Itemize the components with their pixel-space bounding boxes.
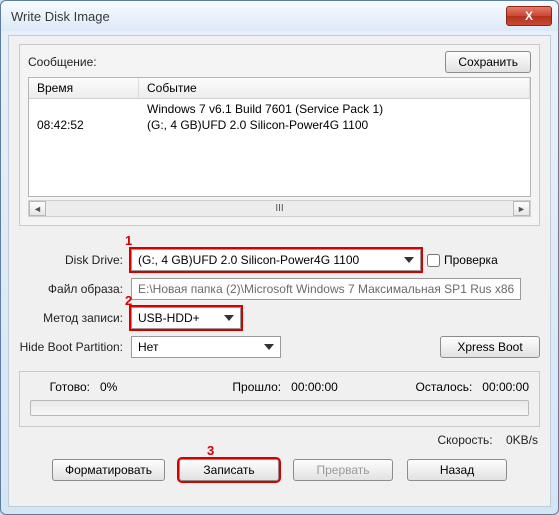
window-title: Write Disk Image [7, 9, 506, 24]
elapsed-value: 00:00:00 [291, 380, 351, 394]
scroll-track[interactable]: III [46, 203, 513, 214]
log-body: Windows 7 v6.1 Build 7601 (Service Pack … [29, 99, 530, 135]
write-button[interactable]: Записать [179, 459, 279, 481]
progress-panel: Готово: 0% Прошло: 00:00:00 Осталось: 00… [19, 371, 540, 427]
hide-partition-label: Hide Boot Partition: [19, 340, 131, 354]
scroll-left-icon[interactable]: ◄ [29, 201, 46, 216]
close-button[interactable]: X [506, 6, 552, 26]
footer-buttons: 3 Форматировать Записать Прервать Назад [19, 459, 540, 481]
hide-partition-row: Hide Boot Partition: Нет Xpress Boot [19, 336, 540, 358]
ready-label: Готово: [30, 380, 100, 394]
message-label: Сообщение: [28, 55, 445, 69]
image-file-field[interactable] [131, 278, 521, 300]
progress-stats-row: Готово: 0% Прошло: 00:00:00 Осталось: 00… [30, 380, 529, 394]
remaining-label: Осталось: [412, 380, 482, 394]
client-area: Сообщение: Сохранить Время Событие Windo… [8, 35, 551, 507]
col-event-header[interactable]: Событие [139, 78, 530, 98]
cell-event: Windows 7 v6.1 Build 7601 (Service Pack … [139, 101, 530, 117]
progress-bar [30, 400, 529, 416]
speed-label: Скорость: [437, 433, 492, 447]
disk-drive-label: Disk Drive: [19, 253, 131, 267]
horizontal-scrollbar[interactable]: ◄ III ► [28, 200, 531, 217]
log-header: Время Событие [29, 78, 530, 99]
form-area: 1 Disk Drive: (G:, 4 GB)UFD 2.0 Silicon-… [19, 242, 540, 365]
cell-time: 08:42:52 [29, 117, 139, 133]
annotation-3: 3 [207, 443, 214, 458]
verify-checkbox-wrap[interactable]: Проверка [427, 253, 498, 267]
scroll-right-icon[interactable]: ► [513, 201, 530, 216]
window: Write Disk Image X Сообщение: Сохранить … [0, 0, 559, 515]
log-table: Время Событие Windows 7 v6.1 Build 7601 … [28, 77, 531, 197]
image-file-label: Файл образа: [19, 282, 131, 296]
format-button[interactable]: Форматировать [52, 459, 165, 481]
speed-value: 0KB/s [506, 433, 538, 447]
abort-button[interactable]: Прервать [293, 459, 393, 481]
close-icon: X [525, 9, 533, 23]
verify-checkbox[interactable] [427, 254, 440, 267]
save-button[interactable]: Сохранить [445, 51, 531, 73]
ready-value: 0% [100, 380, 160, 394]
cell-event: (G:, 4 GB)UFD 2.0 Silicon-Power4G 1100 [139, 117, 530, 133]
annotation-1: 1 [125, 233, 132, 248]
disk-drive-row: 1 Disk Drive: (G:, 4 GB)UFD 2.0 Silicon-… [19, 249, 540, 271]
xpress-boot-button[interactable]: Xpress Boot [440, 336, 540, 358]
titlebar: Write Disk Image X [1, 1, 558, 31]
annotation-2: 2 [125, 293, 132, 308]
table-row[interactable]: 08:42:52 (G:, 4 GB)UFD 2.0 Silicon-Power… [29, 117, 530, 133]
table-row[interactable]: Windows 7 v6.1 Build 7601 (Service Pack … [29, 101, 530, 117]
speed-row: Скорость: 0KB/s [21, 433, 538, 447]
verify-label: Проверка [444, 253, 498, 267]
remaining-value: 00:00:00 [482, 380, 529, 394]
message-panel: Сообщение: Сохранить Время Событие Windo… [19, 44, 540, 226]
write-method-row: 2 Метод записи: USB-HDD+ [19, 307, 540, 329]
back-button[interactable]: Назад [407, 459, 507, 481]
cell-time [29, 101, 139, 117]
image-file-row: Файл образа: [19, 278, 540, 300]
write-method-select[interactable]: USB-HDD+ [131, 307, 241, 329]
write-method-label: Метод записи: [19, 311, 131, 325]
col-time-header[interactable]: Время [29, 78, 139, 98]
hide-partition-select[interactable]: Нет [131, 336, 281, 358]
disk-drive-select[interactable]: (G:, 4 GB)UFD 2.0 Silicon-Power4G 1100 [131, 249, 421, 271]
elapsed-label: Прошло: [221, 380, 291, 394]
